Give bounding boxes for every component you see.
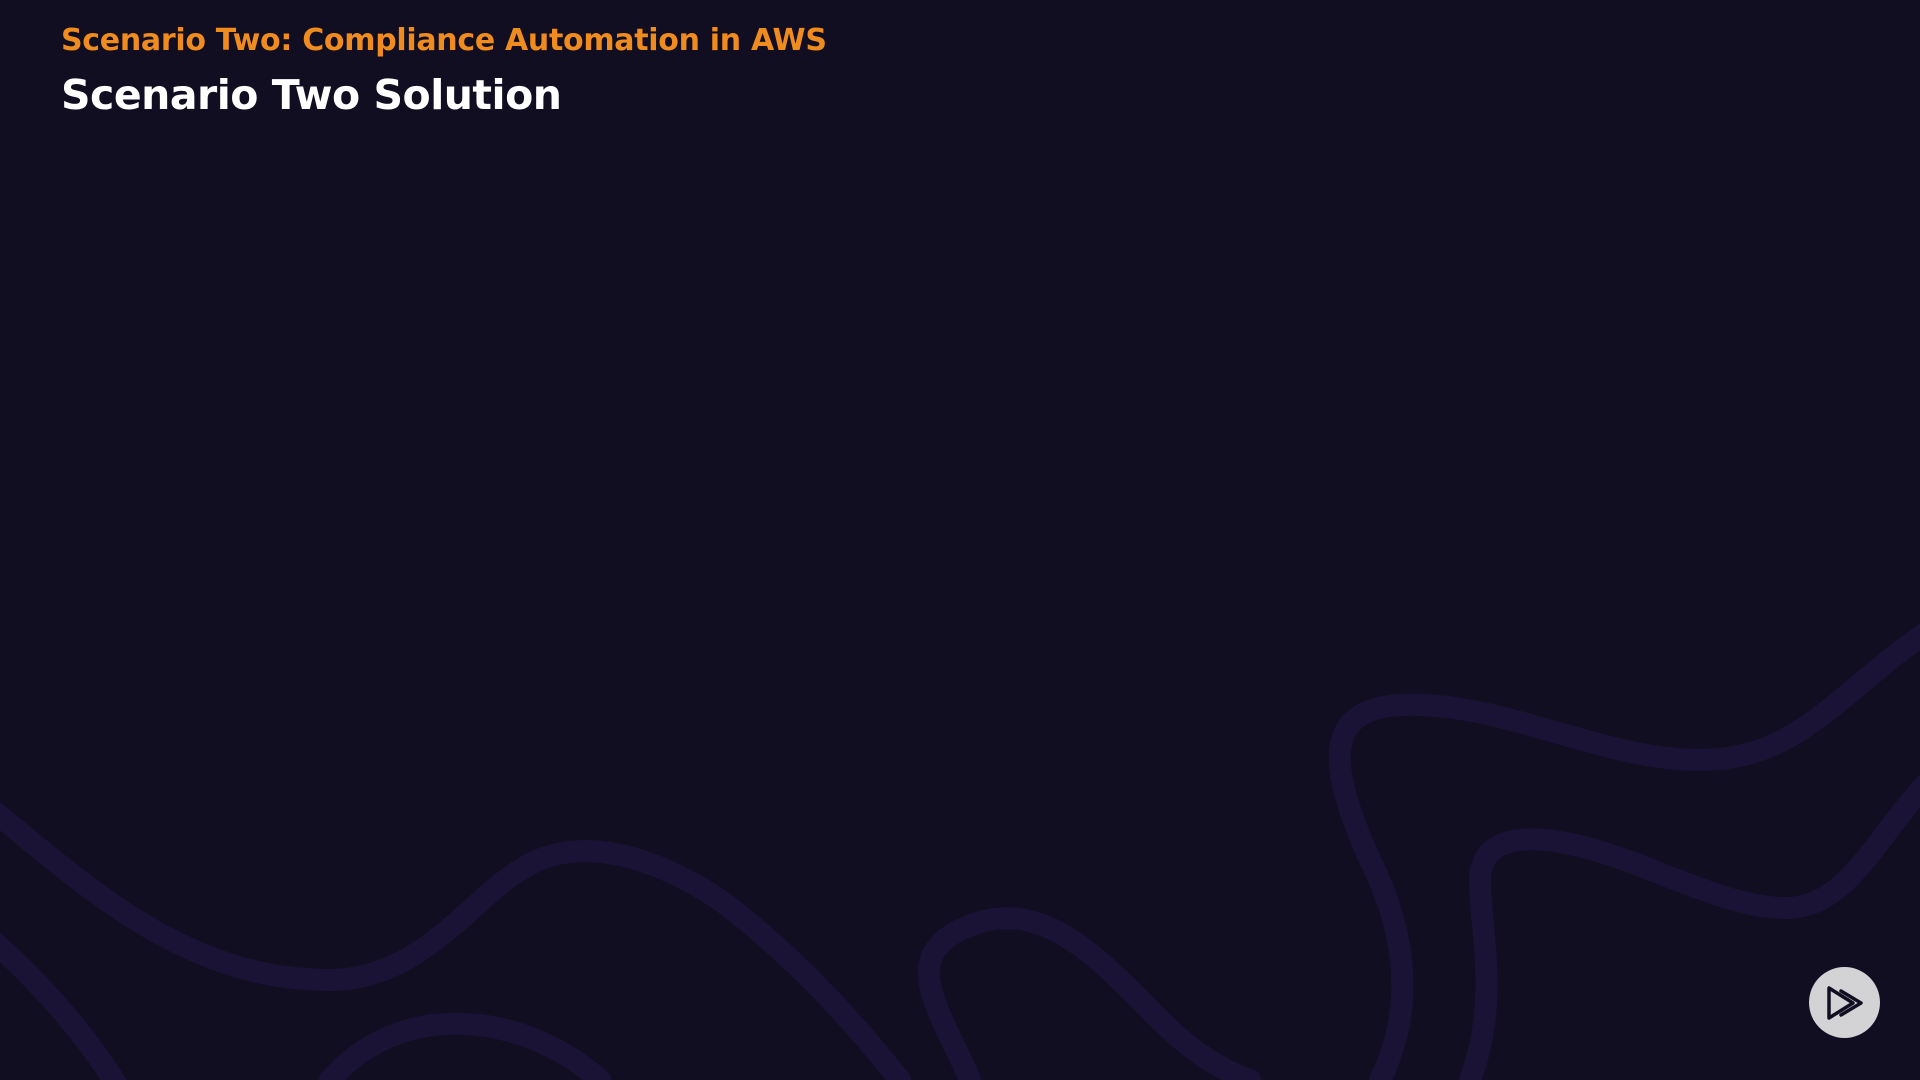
slide-title: Scenario Two Solution: [61, 71, 562, 119]
play-logo-icon: [1809, 967, 1880, 1038]
wave-line-4: [917, 907, 1261, 1080]
background-waves: [0, 623, 1920, 1080]
section-title: Scenario Two: Compliance Automation in A…: [61, 23, 827, 58]
wave-line-2: [0, 932, 127, 1080]
slide-header: Scenario Two: Compliance Automation in A…: [61, 20, 827, 122]
wave-line-1: [0, 802, 911, 1080]
wave-line-3: [319, 1012, 611, 1080]
play-logo-glyph: [1826, 985, 1863, 1020]
slide: Scenario Two: Compliance Automation in A…: [0, 0, 1920, 1080]
